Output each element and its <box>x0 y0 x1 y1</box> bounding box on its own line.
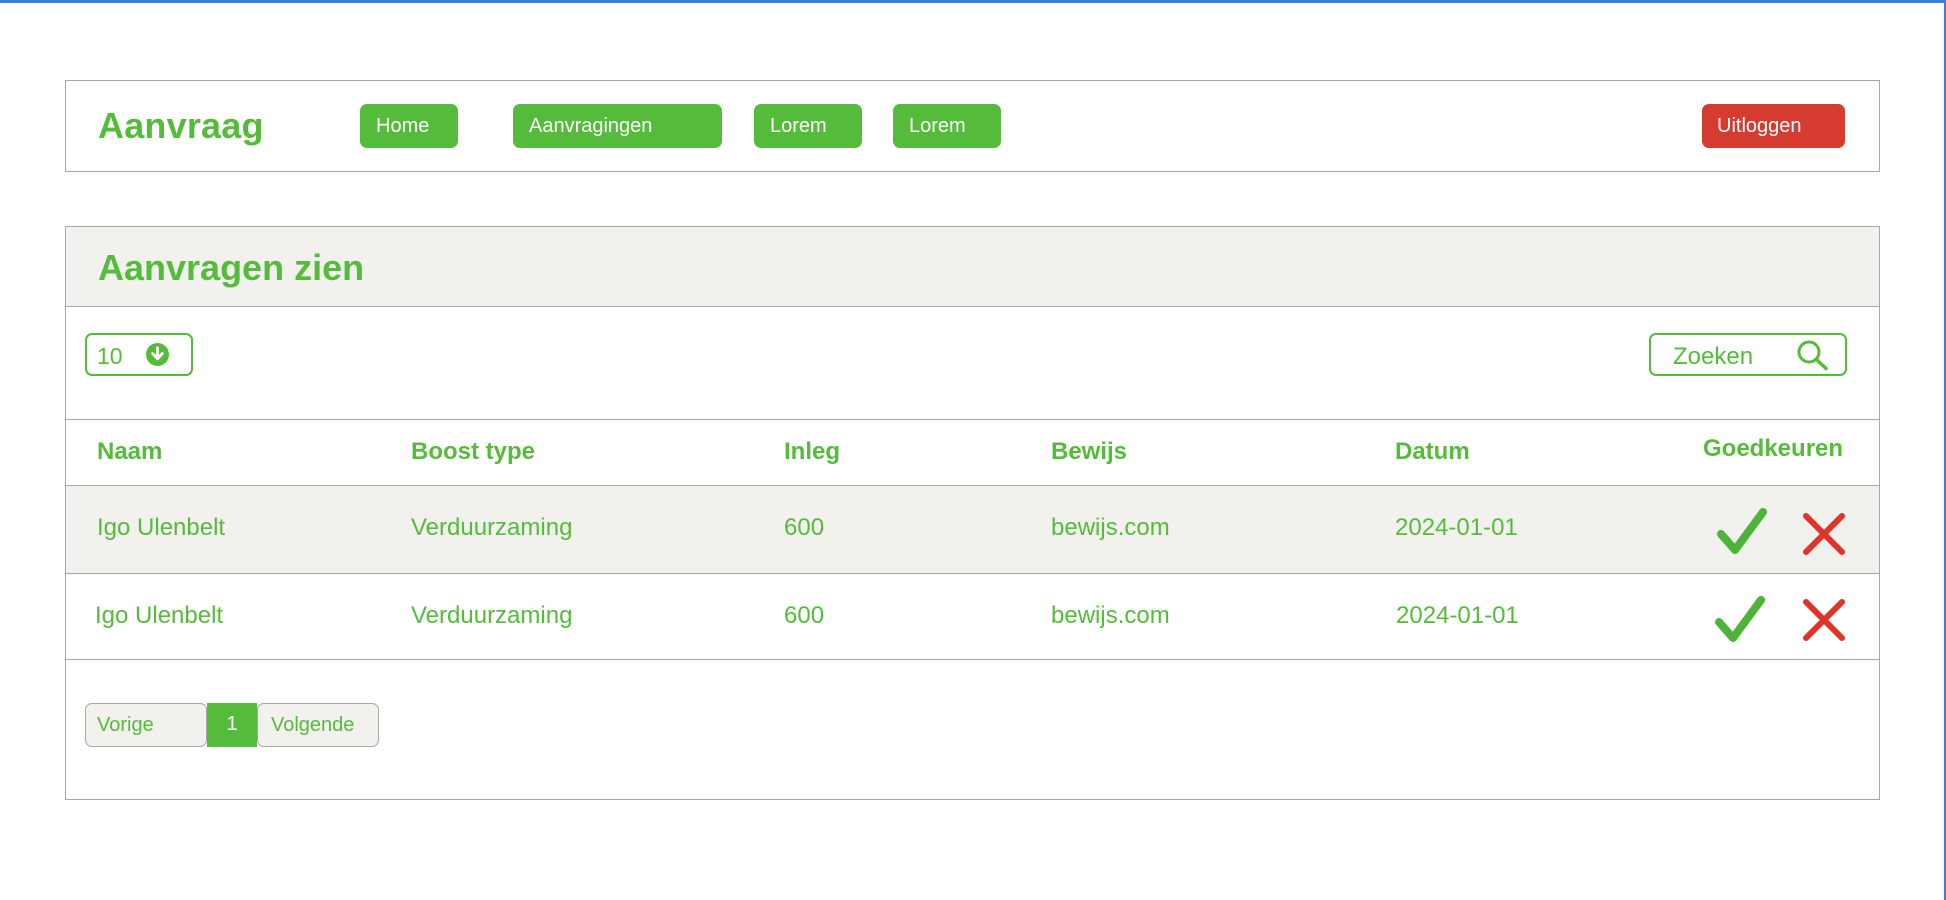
close-icon[interactable] <box>1801 511 1847 557</box>
check-icon[interactable] <box>1717 506 1769 558</box>
pagination-prev-button[interactable]: Vorige <box>85 703 207 747</box>
pagination-current-page[interactable]: 1 <box>207 703 257 747</box>
nav-lorem-button-1[interactable]: Lorem <box>754 104 862 148</box>
requests-panel: Aanvragen zien 10 Zoeken Naam Boost type… <box>65 226 1880 800</box>
brand-title: Aanvraag <box>98 105 264 146</box>
cell-bewijs[interactable]: bewijs.com <box>1051 602 1170 630</box>
check-icon[interactable] <box>1715 594 1767 646</box>
close-icon[interactable] <box>1801 597 1847 643</box>
nav-home-button[interactable]: Home <box>360 104 458 148</box>
table-bottom-divider <box>66 659 1879 660</box>
column-header-datum: Datum <box>1395 438 1470 465</box>
table-top-divider <box>66 419 1879 420</box>
column-header-naam: Naam <box>97 438 163 465</box>
top-navbar: Aanvraag Home Aanvragingen Lorem Lorem U… <box>65 80 1880 172</box>
table-row: Igo Ulenbelt Verduurzaming 600 bewijs.co… <box>66 485 1879 573</box>
search-placeholder: Zoeken <box>1673 343 1754 370</box>
nav-lorem-button-2[interactable]: Lorem <box>893 104 1001 148</box>
cell-bewijs[interactable]: bewijs.com <box>1051 514 1170 542</box>
column-header-bewijs: Bewijs <box>1051 438 1128 465</box>
cell-naam: Igo Ulenbelt <box>97 514 226 541</box>
panel-title: Aanvragen zien <box>98 247 365 288</box>
cell-boost-type: Verduurzaming <box>411 602 573 629</box>
cell-boost-type: Verduurzaming <box>411 514 573 541</box>
column-header-boost-type: Boost type <box>411 438 536 465</box>
cell-inleg: 600 <box>784 602 825 629</box>
page-size-select[interactable]: 10 <box>85 333 193 376</box>
cell-inleg: 600 <box>784 514 825 541</box>
cell-datum: 2024-01-01 <box>1396 602 1519 629</box>
window-top-border <box>0 0 1946 3</box>
download-circle-icon <box>146 343 169 366</box>
logout-button[interactable]: Uitloggen <box>1702 104 1845 148</box>
page-size-value: 10 <box>97 343 123 369</box>
column-header-inleg: Inleg <box>784 438 841 465</box>
cell-naam: Igo Ulenbelt <box>95 602 224 629</box>
search-input[interactable]: Zoeken <box>1649 333 1847 376</box>
table-row: Igo Ulenbelt Verduurzaming 600 bewijs.co… <box>66 573 1879 661</box>
column-header-goedkeuren: Goedkeuren <box>1703 435 1844 462</box>
pagination-next-button[interactable]: Volgende <box>257 703 379 747</box>
panel-header: Aanvragen zien <box>66 227 1879 307</box>
search-icon[interactable] <box>1795 339 1829 371</box>
cell-datum: 2024-01-01 <box>1395 514 1518 541</box>
nav-aanvragingen-button[interactable]: Aanvragingen <box>513 104 722 148</box>
